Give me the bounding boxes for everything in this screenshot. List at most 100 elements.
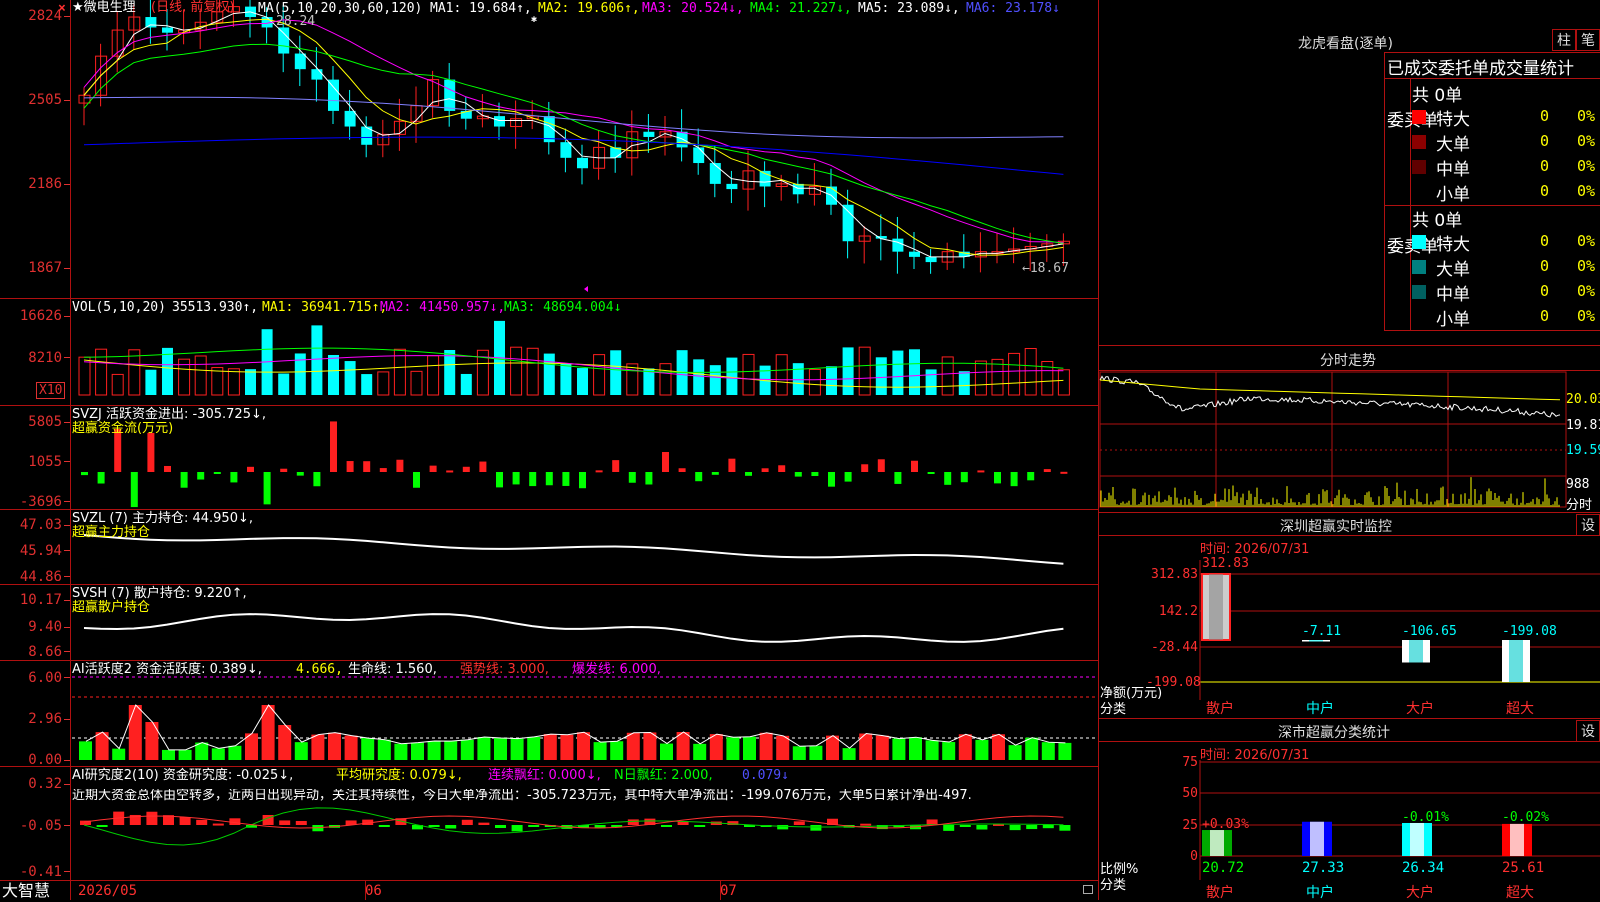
- monitor-value-label: -106.65: [1402, 624, 1457, 639]
- buy-row-count: 0: [1540, 182, 1550, 200]
- classify-title: 深市超赢分类统计: [1278, 725, 1390, 741]
- ma3-value: MA3: 20.524↓,: [642, 1, 744, 16]
- kline-chart[interactable]: ✱: [0, 0, 1098, 900]
- ai1-burst: 爆发线: 6.000,: [572, 662, 661, 677]
- activity-bar: [942, 742, 956, 760]
- vol-bar-up: [410, 370, 423, 396]
- activity-bar: [510, 738, 524, 760]
- dragon-title: 龙虎看盘(逐单): [1298, 36, 1393, 52]
- vol-bar-up: [377, 371, 390, 396]
- classify-value-label: 26.34: [1402, 860, 1445, 876]
- research-bar: [1009, 825, 1021, 831]
- monitor-value-label: -7.11: [1302, 624, 1342, 639]
- candle-down: [842, 204, 854, 242]
- monitor-category: 中户: [1306, 701, 1334, 717]
- research-bar: [860, 823, 872, 826]
- sell-row-label: 特大: [1436, 235, 1470, 255]
- activity-bar: [128, 705, 142, 760]
- flow-bar: [595, 470, 603, 473]
- monitor-settings-button[interactable]: 设: [1576, 514, 1600, 536]
- vol-bar-down: [460, 373, 472, 395]
- classify-y-label: 50: [1182, 786, 1198, 801]
- classify-bar-shine: [1410, 822, 1424, 856]
- activity-bar: [992, 734, 1005, 760]
- classify-y-label: 75: [1182, 755, 1198, 770]
- vol-title: VOL(5,10,20): [72, 300, 166, 315]
- classify-category: 散户: [1206, 885, 1234, 901]
- monitor-y-label: 312.83: [1151, 567, 1198, 582]
- classify-value-label: 27.33: [1302, 860, 1345, 876]
- vol-bar-up: [510, 346, 523, 396]
- ai1-title: AI活跃度2 资金活跃度: 0.389↓,: [72, 662, 262, 677]
- flow-bar: [512, 472, 520, 485]
- classify-bar: [1502, 823, 1532, 856]
- classify-settings-button[interactable]: 设: [1576, 720, 1600, 742]
- monitor-category: 超大: [1506, 701, 1534, 717]
- y-label: 44.86: [19, 569, 62, 585]
- tab-volume-stats[interactable]: 成交量统计: [1489, 54, 1574, 79]
- research-bar: [295, 820, 307, 825]
- monitor-bar: [1201, 573, 1231, 641]
- ai2-comment: 近期大资金总体由空转多，近两日出现异动，关注其持续性，今日大单净流出：-305.…: [72, 789, 972, 803]
- flow-bar: [545, 472, 553, 486]
- flow-bar: [1060, 471, 1068, 474]
- vol-bar-down: [278, 373, 290, 395]
- activity-bar: [958, 734, 972, 760]
- close-icon[interactable]: ×: [58, 2, 66, 16]
- buy-row-count: 0: [1540, 132, 1550, 150]
- bar-mode-button[interactable]: 柱: [1552, 29, 1576, 51]
- pen-mode-button[interactable]: 笔: [1576, 29, 1600, 51]
- vol-bar-down: [543, 353, 555, 395]
- flow-bar: [960, 472, 968, 483]
- flow-bar: [894, 472, 902, 484]
- activity-bar: [593, 742, 607, 760]
- flow-bar: [247, 466, 254, 472]
- vol-ma3: MA3: 48694.004↓: [504, 300, 622, 315]
- monitor-value-label: 312.83: [1202, 556, 1249, 571]
- activity-bar: [411, 742, 424, 760]
- brand-logo: 大智慧: [2, 881, 51, 900]
- research-bar: [511, 825, 523, 832]
- research-bar: [428, 825, 440, 827]
- candle-down: [792, 183, 804, 195]
- candle-down: [693, 147, 705, 164]
- low-marker: ←18.67: [1022, 261, 1069, 276]
- candle-down: [892, 238, 904, 252]
- activity-bar: [743, 736, 756, 760]
- buy-row-pct: 0%: [1577, 132, 1596, 150]
- vol-bar-down: [792, 363, 804, 395]
- y-label: 0.00: [28, 752, 62, 768]
- activity-bar: [294, 742, 308, 760]
- vol-bar-down: [892, 350, 904, 395]
- vol-bar-up: [808, 368, 821, 396]
- flow-bar: [479, 461, 487, 472]
- research-bar: [96, 825, 108, 827]
- period-mode[interactable]: (日线, 前复权): [151, 1, 234, 15]
- buy-orders-label: 委买单: [1387, 110, 1438, 132]
- research-bar: [196, 819, 208, 825]
- flow-bar: [1010, 472, 1018, 487]
- y-label: 0.32: [28, 776, 62, 792]
- star-marker: ✱: [531, 14, 537, 25]
- vol-bar-down: [344, 361, 356, 395]
- flow-bar: [263, 472, 271, 505]
- sell-row-label: 中单: [1436, 285, 1470, 305]
- flow-bar: [1027, 472, 1035, 481]
- research-bar: [661, 825, 672, 827]
- ma-line: [83, 136, 1064, 175]
- activity-bar: [1041, 742, 1055, 760]
- intraday-title: 分时走势: [1320, 353, 1376, 369]
- tab-filled[interactable]: 已成交: [1387, 54, 1438, 79]
- activity-bar: [660, 743, 673, 760]
- classify-bar: [1202, 830, 1232, 856]
- tab-orders[interactable]: 委托单: [1438, 54, 1489, 79]
- intraday-avg-line: [1099, 379, 1561, 401]
- svzj-subtitle: 超赢资金流(万元): [72, 421, 174, 436]
- research-bar: [378, 825, 390, 827]
- lock-icon[interactable]: [1083, 885, 1093, 894]
- flow-bar: [396, 459, 404, 472]
- activity-bar: [1025, 737, 1039, 760]
- high-marker: 28.24: [276, 14, 316, 29]
- flow-bar: [230, 472, 238, 483]
- vol-bar-down: [245, 369, 256, 395]
